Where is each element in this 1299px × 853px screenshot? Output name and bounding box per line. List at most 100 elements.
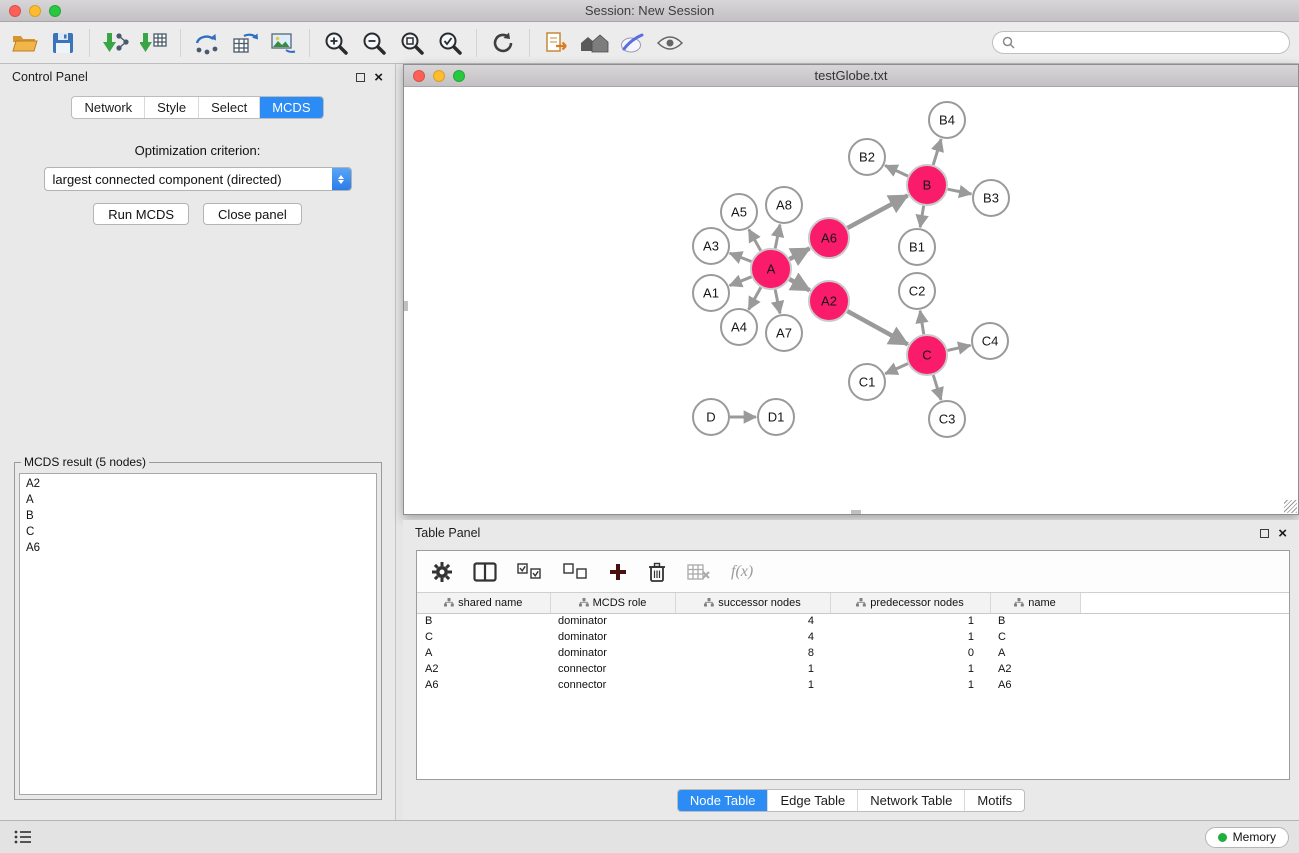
zoom-in-icon[interactable] bbox=[317, 25, 355, 61]
table-cell[interactable]: 1 bbox=[675, 677, 830, 693]
table-cell[interactable]: 1 bbox=[675, 661, 830, 677]
edge-A-A7[interactable] bbox=[775, 290, 780, 314]
close-panel-button[interactable]: Close panel bbox=[203, 203, 302, 225]
table-cell[interactable]: 1 bbox=[830, 613, 990, 629]
show-hide-eye-icon[interactable] bbox=[651, 25, 689, 61]
import-table-icon[interactable] bbox=[135, 25, 173, 61]
deselect-all-icon[interactable] bbox=[563, 563, 589, 580]
node-C2[interactable]: C2 bbox=[899, 273, 935, 309]
home-gallery-icon[interactable] bbox=[575, 25, 613, 61]
mcds-result-item[interactable]: A6 bbox=[20, 540, 376, 556]
tab-network[interactable]: Network bbox=[72, 97, 145, 118]
open-file-icon[interactable] bbox=[6, 25, 44, 61]
column-header-mcds-role[interactable]: MCDS role bbox=[550, 593, 675, 613]
table-row[interactable]: A2connector11A2 bbox=[417, 661, 1289, 677]
node-A3[interactable]: A3 bbox=[693, 228, 729, 264]
style-brush-icon[interactable] bbox=[613, 25, 651, 61]
node-A4[interactable]: A4 bbox=[721, 309, 757, 345]
tab-node-table[interactable]: Node Table bbox=[678, 790, 769, 811]
edge-B-B3[interactable] bbox=[948, 189, 972, 194]
tab-motifs[interactable]: Motifs bbox=[965, 790, 1024, 811]
search-input[interactable] bbox=[1020, 36, 1280, 50]
table-cell[interactable]: dominator bbox=[550, 613, 675, 629]
node-C3[interactable]: C3 bbox=[929, 401, 965, 437]
criterion-dropdown[interactable]: largest connected component (directed) bbox=[44, 167, 352, 191]
mcds-result-item[interactable]: A2 bbox=[20, 476, 376, 492]
edge-C-C4[interactable] bbox=[947, 345, 970, 350]
column-header-shared-name[interactable]: shared name bbox=[417, 593, 550, 613]
table-cell[interactable]: 8 bbox=[675, 645, 830, 661]
node-A[interactable]: A bbox=[751, 249, 791, 289]
zoom-fit-icon[interactable] bbox=[393, 25, 431, 61]
settings-gear-icon[interactable] bbox=[431, 561, 453, 583]
mcds-result-item[interactable]: A bbox=[20, 492, 376, 508]
zoom-out-icon[interactable] bbox=[355, 25, 393, 61]
table-row[interactable]: A6connector11A6 bbox=[417, 677, 1289, 693]
mcds-result-item[interactable]: C bbox=[20, 524, 376, 540]
document-export-icon[interactable] bbox=[537, 25, 575, 61]
table-cell[interactable]: 4 bbox=[675, 613, 830, 629]
edge-A-A1[interactable] bbox=[730, 277, 752, 286]
memory-button[interactable]: Memory bbox=[1205, 827, 1289, 848]
edge-A6-B[interactable] bbox=[847, 195, 907, 228]
table-cell[interactable]: A6 bbox=[417, 677, 550, 693]
import-network-icon[interactable] bbox=[97, 25, 135, 61]
network-zoom-button[interactable] bbox=[453, 70, 465, 82]
table-cell[interactable]: 1 bbox=[830, 629, 990, 645]
add-row-icon[interactable] bbox=[609, 563, 627, 581]
delete-row-icon[interactable] bbox=[647, 561, 667, 583]
node-A6[interactable]: A6 bbox=[809, 218, 849, 258]
table-cell[interactable]: connector bbox=[550, 677, 675, 693]
node-A5[interactable]: A5 bbox=[721, 194, 757, 230]
node-C[interactable]: C bbox=[907, 335, 947, 375]
tab-select[interactable]: Select bbox=[199, 97, 260, 118]
node-C4[interactable]: C4 bbox=[972, 323, 1008, 359]
close-window-button[interactable] bbox=[9, 5, 21, 17]
show-columns-icon[interactable] bbox=[473, 562, 497, 582]
table-cell[interactable]: C bbox=[417, 629, 550, 645]
table-cell[interactable]: A2 bbox=[417, 661, 550, 677]
node-A8[interactable]: A8 bbox=[766, 187, 802, 223]
table-cell[interactable]: B bbox=[417, 613, 550, 629]
table-row[interactable]: Cdominator41C bbox=[417, 629, 1289, 645]
table-cell[interactable]: dominator bbox=[550, 629, 675, 645]
edge-A-A4[interactable] bbox=[749, 287, 761, 309]
network-close-button[interactable] bbox=[413, 70, 425, 82]
node-A2[interactable]: A2 bbox=[809, 281, 849, 321]
table-cell[interactable]: A bbox=[990, 645, 1080, 661]
table-cell[interactable]: A2 bbox=[990, 661, 1080, 677]
minimize-window-button[interactable] bbox=[29, 5, 41, 17]
table-cell[interactable]: B bbox=[990, 613, 1080, 629]
edge-B-B4[interactable] bbox=[933, 139, 941, 165]
float-table-panel-button[interactable] bbox=[1260, 529, 1269, 538]
tab-edge-table[interactable]: Edge Table bbox=[768, 790, 858, 811]
table-row[interactable]: Adominator80A bbox=[417, 645, 1289, 661]
function-builder-icon[interactable]: f(x) bbox=[731, 563, 753, 581]
tab-network-table[interactable]: Network Table bbox=[858, 790, 965, 811]
select-all-icon[interactable] bbox=[517, 563, 543, 580]
edge-A-A5[interactable] bbox=[749, 229, 761, 250]
edge-C-C3[interactable] bbox=[933, 375, 941, 400]
column-header-predecessor-nodes[interactable]: predecessor nodes bbox=[830, 593, 990, 613]
column-header-successor-nodes[interactable]: successor nodes bbox=[675, 593, 830, 613]
table-cell[interactable]: connector bbox=[550, 661, 675, 677]
resize-handle[interactable] bbox=[1284, 500, 1297, 513]
edge-C-C1[interactable] bbox=[885, 364, 908, 374]
network-window-titlebar[interactable]: testGlobe.txt bbox=[404, 65, 1298, 87]
edge-A-A8[interactable] bbox=[775, 225, 780, 249]
left-scroll-mark[interactable] bbox=[404, 301, 408, 311]
table-cell[interactable]: A bbox=[417, 645, 550, 661]
edge-B-B2[interactable] bbox=[885, 165, 908, 176]
table-export-icon[interactable] bbox=[226, 25, 264, 61]
column-header-name[interactable]: name bbox=[990, 593, 1080, 613]
task-list-icon[interactable] bbox=[10, 826, 36, 848]
table-cell[interactable]: A6 bbox=[990, 677, 1080, 693]
edge-A2-C[interactable] bbox=[847, 311, 907, 344]
table-cell[interactable]: 1 bbox=[830, 677, 990, 693]
network-minimize-button[interactable] bbox=[433, 70, 445, 82]
float-panel-button[interactable] bbox=[356, 73, 365, 82]
edge-A-A6[interactable] bbox=[790, 248, 810, 259]
table-cell[interactable]: 4 bbox=[675, 629, 830, 645]
run-mcds-button[interactable]: Run MCDS bbox=[93, 203, 189, 225]
edge-A-A3[interactable] bbox=[730, 253, 752, 261]
